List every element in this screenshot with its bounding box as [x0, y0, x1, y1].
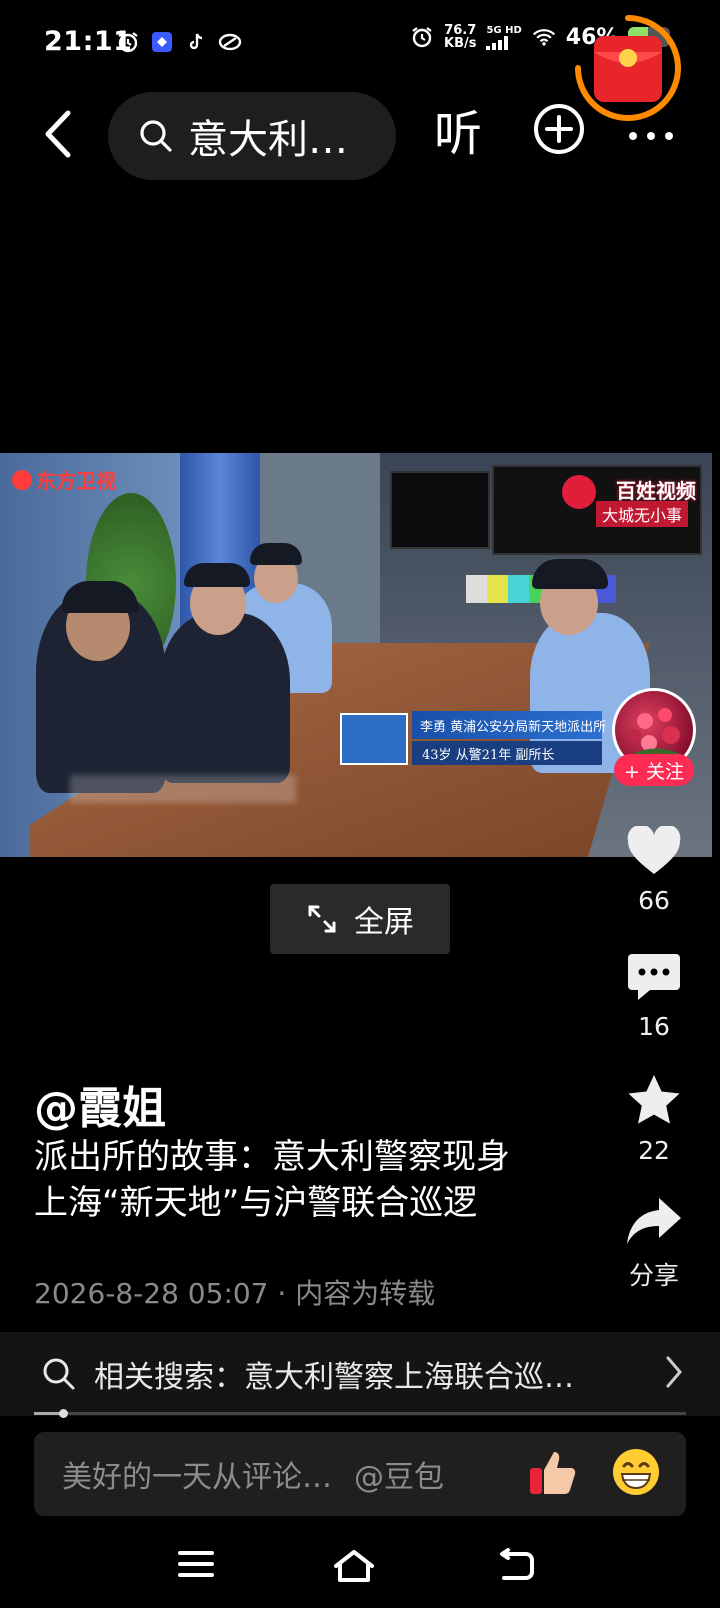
expand-icon — [308, 905, 336, 933]
video-scene-monitor — [390, 471, 490, 549]
video-scene-cap — [532, 559, 608, 589]
link-app-icon — [218, 30, 242, 54]
police-badge-icon — [340, 713, 408, 765]
playback-progress-handle[interactable] — [59, 1409, 69, 1418]
cellular-signal: 5G HD — [486, 24, 522, 50]
channel-logo-text: 东方卫视 — [36, 469, 116, 493]
more-button[interactable] — [628, 112, 674, 152]
share-arrow-icon — [627, 1198, 681, 1244]
star-icon — [628, 1075, 680, 1124]
share-label: 分享 — [628, 1261, 679, 1290]
video-blurred-caption — [70, 775, 296, 803]
like-button[interactable]: 66 — [612, 824, 696, 915]
search-icon — [43, 1358, 75, 1390]
signal-bars-icon — [486, 35, 509, 50]
home-button[interactable] — [332, 1548, 376, 1588]
favorite-count: 22 — [638, 1136, 670, 1165]
listen-button[interactable]: 听 — [434, 104, 482, 164]
program-subtitle: 大城无小事 — [595, 501, 688, 527]
program-title: 百姓视频 — [616, 479, 696, 503]
comment-button[interactable]: 16 — [612, 950, 696, 1041]
fullscreen-label: 全屏 — [354, 905, 414, 940]
top-nav: 意大利… 听 — [0, 90, 720, 180]
wifi-icon — [532, 25, 556, 49]
video-meta: 2026-8-28 05:07 · 内容为转载 — [34, 1277, 436, 1310]
network-type: 5G HD — [486, 24, 522, 36]
author-name[interactable]: @霞姐 — [34, 1072, 166, 1136]
alarm-icon — [116, 30, 140, 54]
lower-third-name: 李勇 黄浦公安分局新天地派出所 — [412, 711, 606, 739]
video-scene-cap — [184, 563, 250, 587]
more-dots-icon — [629, 132, 673, 140]
channel-logo-mark — [12, 469, 32, 490]
playback-progress-bar[interactable] — [34, 1409, 686, 1418]
thumbs-up-icon — [530, 1452, 576, 1494]
comment-placeholder: 美好的一天从评论… — [62, 1460, 332, 1495]
thumbs-up-emoji-icon[interactable] — [524, 1446, 580, 1502]
app-notification-icon — [150, 30, 174, 54]
heart-icon — [627, 824, 681, 874]
lower-third-caption: 李勇 黄浦公安分局新天地派出所 43岁 从警21年 副所长 — [340, 711, 606, 773]
like-count: 66 — [638, 886, 670, 915]
status-notification-icons — [116, 30, 242, 54]
share-button[interactable]: 分享 — [612, 1196, 696, 1292]
network-speed: 76.7 KB/s — [444, 24, 476, 50]
system-back-button[interactable] — [496, 1548, 540, 1588]
favorite-button[interactable]: 22 — [612, 1072, 696, 1165]
video-player[interactable]: 东方卫视 百姓视频 大城无小事 李勇 黄浦公安分局新天地派出所 43岁 从警21… — [0, 453, 712, 857]
return-arrow-icon — [500, 1548, 534, 1580]
alarm-clock-icon — [410, 25, 434, 49]
video-description: 派出所的故事：意大利警察现身上海“新天地”与沪警联合巡逻 — [34, 1137, 510, 1223]
add-button[interactable] — [532, 102, 586, 156]
back-button[interactable] — [32, 104, 82, 164]
search-query: 意大利… — [188, 117, 348, 163]
grin-face-icon — [613, 1449, 659, 1495]
recent-apps-button[interactable] — [178, 1548, 222, 1588]
plus-circle-icon — [534, 104, 584, 154]
video-scene-cap — [62, 581, 138, 613]
channel-logo: 东方卫视 — [12, 465, 116, 494]
follow-button[interactable]: + 关注 — [614, 754, 694, 786]
home-icon — [334, 1550, 374, 1582]
mention-doubao[interactable]: @豆包 — [354, 1452, 444, 1496]
related-search-text: 相关搜索：意大利警察上海联合巡… — [94, 1360, 574, 1395]
tiktok-icon — [184, 30, 208, 54]
comment-count: 16 — [638, 1012, 670, 1041]
menu-lines-icon — [178, 1551, 214, 1577]
chevron-right-icon — [666, 1356, 682, 1388]
system-navigation-bar — [0, 1534, 720, 1608]
video-scene-cap — [250, 543, 302, 565]
search-box[interactable]: 意大利… — [108, 92, 396, 180]
chevron-left-icon — [45, 110, 71, 158]
lower-third-subtitle: 43岁 从警21年 副所长 — [412, 741, 602, 765]
network-speed-unit: KB/s — [444, 36, 477, 51]
comment-input[interactable]: 美好的一天从评论… @豆包 — [34, 1432, 686, 1516]
search-icon — [140, 120, 172, 152]
program-play-icon — [562, 475, 596, 509]
fullscreen-button[interactable]: 全屏 — [270, 884, 450, 954]
related-search-bar[interactable]: 相关搜索：意大利警察上海联合巡… — [0, 1332, 720, 1416]
grinning-emoji-icon[interactable] — [610, 1446, 666, 1502]
comment-bubble-icon — [628, 954, 680, 1000]
video-scene-person — [160, 613, 290, 783]
program-logo: 百姓视频 大城无小事 — [562, 473, 712, 527]
